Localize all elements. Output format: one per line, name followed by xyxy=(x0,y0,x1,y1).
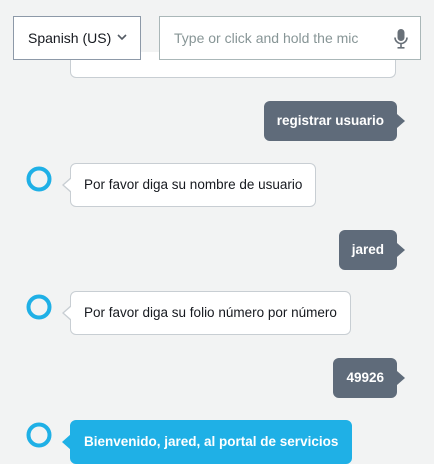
bot-message-final: Bienvenido, jared, al portal de servicio… xyxy=(61,420,353,464)
bot-message: Por favor diga su nombre de usuario xyxy=(61,163,317,207)
chevron-down-icon xyxy=(117,34,127,41)
bot-message-text: Por favor diga su nombre de usuario xyxy=(84,177,303,192)
mic-icon[interactable] xyxy=(394,29,408,49)
language-select-value: Spanish (US) xyxy=(28,30,112,46)
bot-avatar-icon xyxy=(26,294,52,320)
user-message-text: jared xyxy=(351,242,384,257)
chat-window: registrar usuario Por favor diga su nomb… xyxy=(0,0,434,464)
bot-avatar-icon xyxy=(26,166,52,192)
bot-message-text: Bienvenido, jared, al portal de servicio… xyxy=(84,434,339,449)
user-message: registrar usuario xyxy=(263,101,406,141)
bot-avatar-icon xyxy=(26,422,52,448)
bot-message-text: Por favor diga su folio número por númer… xyxy=(84,305,337,320)
user-message: 49926 xyxy=(333,358,405,398)
user-message-text: registrar usuario xyxy=(276,113,384,128)
language-select[interactable]: Spanish (US) xyxy=(13,16,141,60)
user-message: jared xyxy=(338,230,406,270)
voice-text-input[interactable]: Type or click and hold the mic xyxy=(159,16,421,60)
input-placeholder: Type or click and hold the mic xyxy=(174,30,359,46)
bot-message: Por favor diga su folio número por númer… xyxy=(62,291,351,335)
user-message-text: 49926 xyxy=(346,370,384,385)
